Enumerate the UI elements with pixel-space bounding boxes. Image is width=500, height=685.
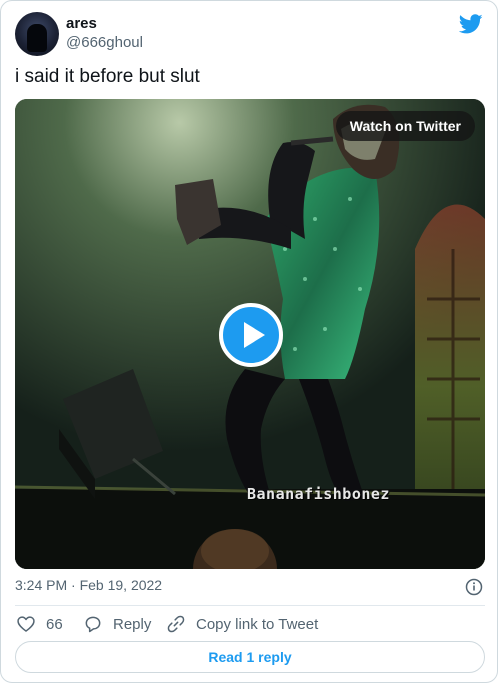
read-replies-button[interactable]: Read 1 reply — [15, 641, 485, 673]
link-icon — [167, 615, 185, 633]
tweet-card: ares @666ghoul i said it before but slut — [0, 0, 498, 683]
video-player[interactable]: Watch on Twitter Bananafishbonez — [15, 99, 485, 569]
copy-link-button[interactable]: Copy link to Tweet — [166, 613, 318, 635]
tweet-timestamp[interactable]: 3:24 PM · Feb 19, 2022 — [15, 577, 162, 593]
reply-button[interactable]: Reply — [83, 613, 151, 635]
reply-label: Reply — [113, 615, 152, 633]
author-handle[interactable]: @666ghoul — [66, 34, 143, 51]
divider — [15, 605, 485, 606]
twitter-bird-icon[interactable] — [459, 12, 483, 36]
like-count: 66 — [46, 615, 63, 633]
copy-link-label: Copy link to Tweet — [196, 615, 319, 633]
info-icon[interactable] — [465, 578, 483, 596]
watch-on-twitter-button[interactable]: Watch on Twitter — [335, 111, 475, 141]
reply-icon — [85, 616, 101, 633]
avatar[interactable] — [15, 12, 59, 56]
like-button[interactable]: 66 — [16, 613, 63, 635]
heart-icon — [17, 616, 35, 632]
video-watermark: Bananafishbonez — [247, 485, 390, 503]
tweet-text: i said it before but slut — [15, 66, 200, 87]
author-display-name[interactable]: ares — [66, 15, 97, 32]
play-icon[interactable] — [219, 303, 283, 367]
